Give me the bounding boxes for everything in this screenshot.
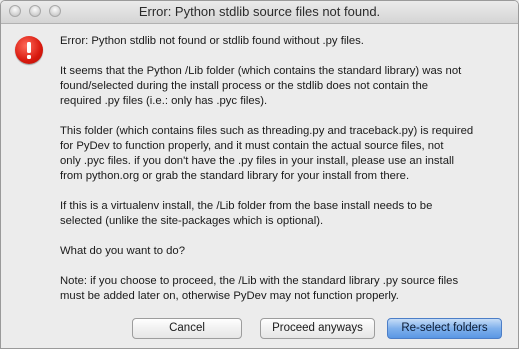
title-bar[interactable]: Error: Python stdlib source files not fo… (1, 1, 518, 24)
message-paragraph: It seems that the Python /Lib folder (wh… (60, 65, 462, 107)
proceed-anyways-button[interactable]: Proceed anyways (260, 318, 375, 339)
error-message: Error: Python stdlib not found or stdlib… (60, 34, 510, 319)
window-title: Error: Python stdlib source files not fo… (138, 4, 381, 19)
message-paragraph: Error: Python stdlib not found or stdlib… (60, 35, 364, 47)
exclamation-stop-icon (15, 36, 43, 64)
message-paragraph: If this is a virtualenv install, the /Li… (60, 200, 433, 227)
message-paragraph: What do you want to do? (60, 245, 185, 257)
message-paragraph: Note: if you choose to proceed, the /Lib… (60, 275, 459, 302)
cancel-button[interactable]: Cancel (132, 318, 242, 339)
message-paragraph: This folder (which contains files such a… (60, 125, 474, 182)
error-dialog: Error: Python stdlib source files not fo… (0, 0, 519, 349)
reselect-folders-button[interactable]: Re-select folders (387, 318, 502, 339)
